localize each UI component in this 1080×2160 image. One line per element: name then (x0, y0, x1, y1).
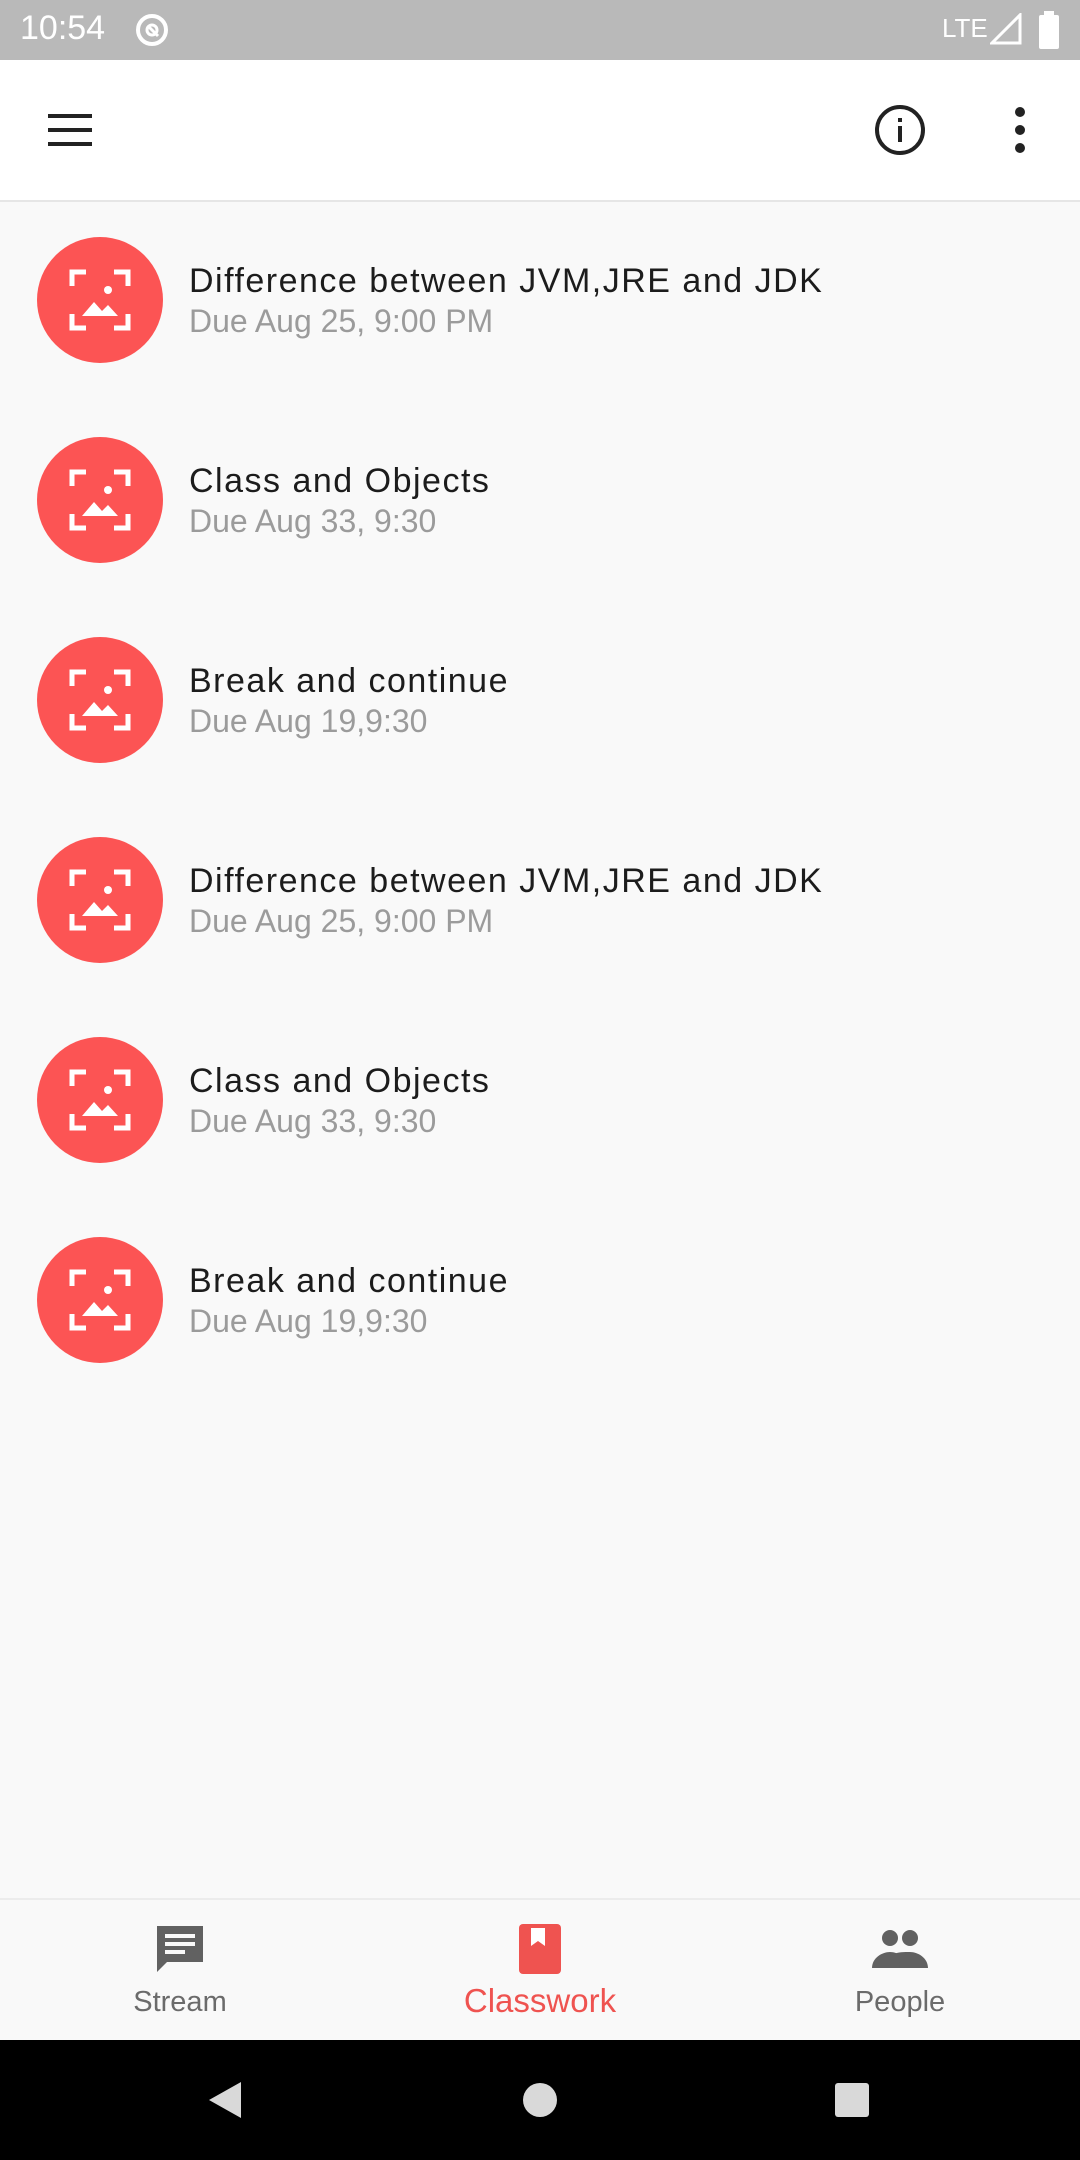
nav-label-people: People (854, 1986, 946, 2018)
assignment-avatar (37, 237, 163, 363)
classwork-icon (519, 1924, 561, 1974)
nav-tab-people[interactable]: People (720, 1900, 1080, 2042)
list-item[interactable]: Break and continue Due Aug 19,9:30 (0, 1200, 1080, 1400)
assignment-due: Due Aug 25, 9:00 PM (189, 303, 494, 339)
more-options-button[interactable] (980, 90, 1060, 170)
battery-icon (1039, 11, 1059, 49)
info-button[interactable] (860, 90, 940, 170)
list-item[interactable]: Class and Objects Due Aug 33, 9:30 (0, 1000, 1080, 1200)
classwork-list: Difference between JVM,JRE and JDK Due A… (0, 200, 1080, 1400)
assignment-due: Due Aug 19,9:30 (189, 703, 428, 739)
hamburger-menu-icon (48, 114, 92, 146)
status-bar: 10:54 LTE (0, 0, 1080, 60)
nav-label-stream: Stream (133, 1986, 227, 2018)
assignment-image-icon (69, 1269, 131, 1331)
assignment-avatar (37, 1237, 163, 1363)
assignment-image-icon (69, 269, 131, 331)
assignment-title: Break and continue (189, 662, 509, 700)
status-time: 10:54 (20, 9, 106, 47)
info-icon (875, 105, 925, 155)
assignment-avatar (37, 437, 163, 563)
assignment-title: Class and Objects (189, 1062, 491, 1100)
assignment-due: Due Aug 25, 9:00 PM (189, 903, 494, 939)
assignment-avatar (37, 1037, 163, 1163)
nav-label-classwork: Classwork (463, 1982, 617, 2019)
assignment-due: Due Aug 19,9:30 (189, 1303, 428, 1339)
list-item[interactable]: Difference between JVM,JRE and JDK Due A… (0, 800, 1080, 1000)
assignment-title: Difference between JVM,JRE and JDK (189, 262, 824, 300)
assignment-due: Due Aug 33, 9:30 (189, 1103, 437, 1139)
assignment-title: Class and Objects (189, 462, 491, 500)
stream-icon (157, 1926, 203, 1972)
app-bar (0, 60, 1080, 202)
system-navigation-bar (0, 2040, 1080, 2160)
assignment-image-icon (69, 469, 131, 531)
assignment-title: Difference between JVM,JRE and JDK (189, 862, 824, 900)
menu-button[interactable] (30, 90, 110, 170)
back-icon[interactable] (205, 2080, 245, 2120)
bottom-navigation: Stream Classwork People (0, 1898, 1080, 2042)
assignment-avatar (37, 637, 163, 763)
list-item[interactable]: Difference between JVM,JRE and JDK Due A… (0, 200, 1080, 400)
more-vert-icon (1015, 107, 1025, 153)
sync-icon (136, 14, 168, 46)
assignment-title: Break and continue (189, 1262, 509, 1300)
network-type: LTE (942, 13, 988, 43)
home-icon[interactable] (520, 2080, 560, 2120)
nav-tab-stream[interactable]: Stream (0, 1900, 360, 2042)
nav-tab-classwork[interactable]: Classwork (360, 1900, 720, 2042)
assignment-image-icon (69, 869, 131, 931)
assignment-image-icon (69, 669, 131, 731)
assignment-avatar (37, 837, 163, 963)
people-icon (872, 1930, 928, 1968)
recents-icon[interactable] (832, 2080, 872, 2120)
assignment-due: Due Aug 33, 9:30 (189, 503, 437, 539)
list-item[interactable]: Class and Objects Due Aug 33, 9:30 (0, 400, 1080, 600)
list-item[interactable]: Break and continue Due Aug 19,9:30 (0, 600, 1080, 800)
assignment-image-icon (69, 1069, 131, 1131)
signal-icon (990, 13, 1022, 45)
